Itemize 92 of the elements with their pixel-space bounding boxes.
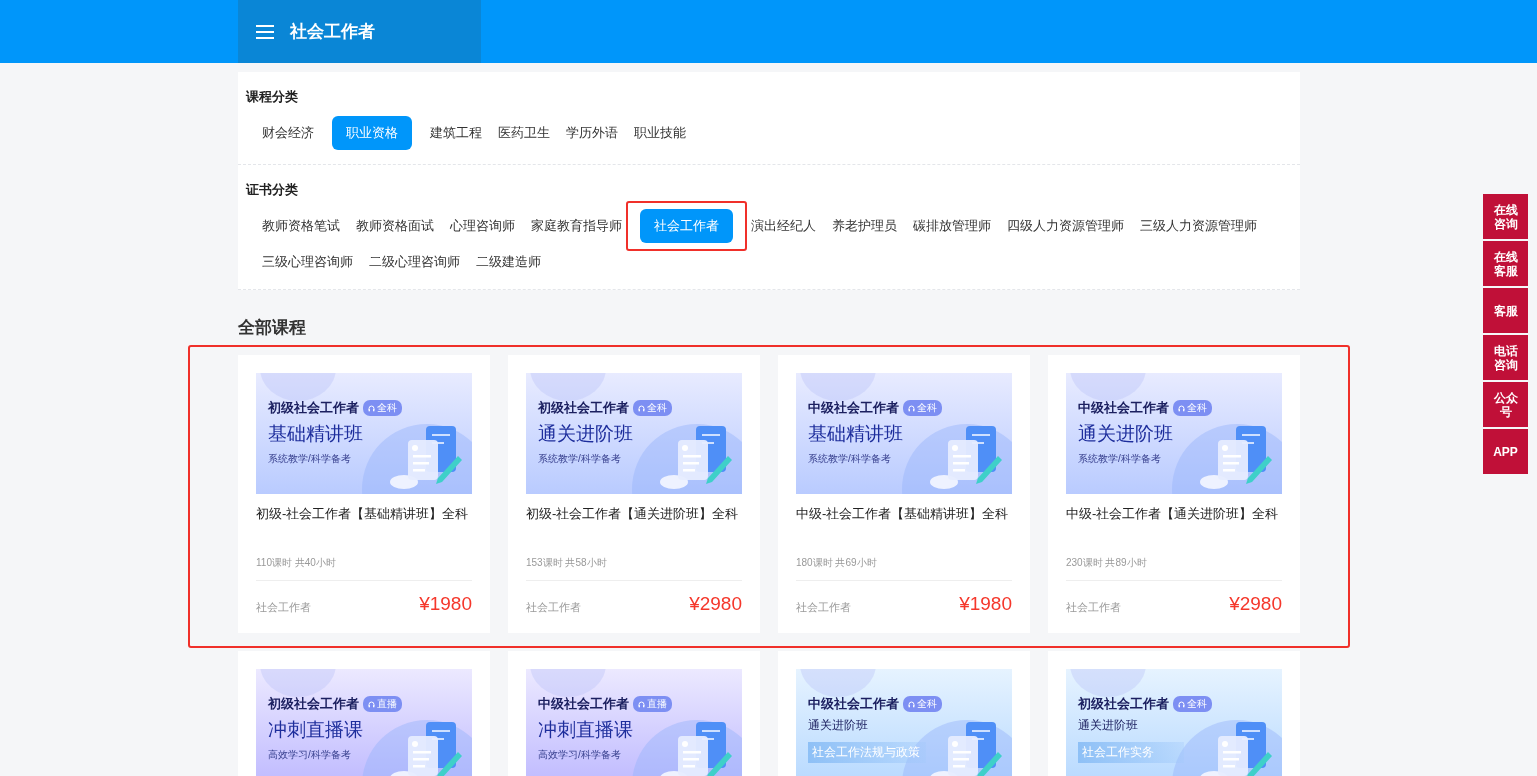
certificate-tab[interactable]: 演出经纪人 [743,209,824,243]
category-tab[interactable]: 职业技能 [626,116,694,150]
course-category: 社会工作者 [796,600,851,615]
side-button[interactable]: 在线咨询 [1483,194,1528,239]
section-title: 全部课程 [238,317,307,339]
category-tab[interactable]: 财会经济 [254,116,322,150]
headphones-icon [1178,700,1185,708]
side-button[interactable]: 客服 [1483,288,1528,333]
headphones-icon [638,404,645,412]
certificate-tab[interactable]: 家庭教育指导师 [523,209,630,243]
side-button[interactable]: APP [1483,429,1528,474]
banner-level: 初级社会工作者 [268,399,359,417]
banner-subtitle: 系统教学/科学备考 [808,452,891,466]
course-hours: 230课时 共89小时 [1066,556,1282,581]
banner-level: 初级社会工作者 [1078,695,1169,713]
banner-title: 基础精讲班 [268,422,364,446]
side-button[interactable]: 公众号 [1483,382,1528,427]
banner-title: 冲刺直播课 [538,718,634,742]
headphones-icon [908,700,915,708]
course-title[interactable]: 初级-社会工作者【通关进阶班】全科 [526,504,742,544]
banner-tag: 全科 [1173,400,1212,416]
banner-subtitle: 高效学习/科学备考 [538,748,621,762]
course-card[interactable]: 中级社会工作者 全科 通关进阶班 系统教学/科学备考 中级-社会工作者【通关进阶班】全科 230课时 共89小时 社会工作者 ¥2980 [1048,355,1300,633]
banner-title: 基础精讲班 [808,422,904,446]
headphones-icon [638,700,645,708]
course-price: ¥1980 [419,593,472,615]
side-button[interactable]: 在线客服 [1483,241,1528,286]
banner-subtitle: 社会工作实务 [1078,742,1184,763]
banner-subtitle: 系统教学/科学备考 [1078,452,1161,466]
certificate-tab[interactable]: 教师资格笔试 [254,209,348,243]
course-card[interactable]: 初级社会工作者 全科 通关进阶班 系统教学/科学备考 初级-社会工作者【通关进阶班】全科 153课时 共58小时 社会工作者 ¥2980 [508,355,760,633]
course-card[interactable]: 初级社会工作者 直播 冲刺直播课 高效学习/科学备考 [238,651,490,776]
course-title[interactable]: 初级-社会工作者【基础精讲班】全科 [256,504,472,544]
course-hours: 180课时 共69小时 [796,556,1012,581]
course-hours: 153课时 共58小时 [526,556,742,581]
course-card[interactable]: 中级社会工作者 直播 冲刺直播课 高效学习/科学备考 [508,651,760,776]
filter-label: 课程分类 [246,88,299,106]
certificate-tab[interactable]: 心理咨询师 [442,209,523,243]
course-title[interactable]: 中级-社会工作者【通关进阶班】全科 [1066,504,1282,544]
banner-level: 初级社会工作者 [538,399,629,417]
banner-tag: 全科 [363,400,402,416]
course-card[interactable]: 中级社会工作者 全科 基础精讲班 系统教学/科学备考 中级-社会工作者【基础精讲班】全科 180课时 共69小时 社会工作者 ¥1980 [778,355,1030,633]
course-price: ¥2980 [689,593,742,615]
banner-tag: 全科 [1173,696,1212,712]
banner-subtitle: 高效学习/科学备考 [268,748,351,762]
certificate-tab[interactable]: 养老护理员 [824,209,905,243]
banner-tag: 全科 [633,400,672,416]
certificate-tab[interactable]: 四级人力资源管理师 [999,209,1132,243]
course-price: ¥2980 [1229,593,1282,615]
certificate-tab[interactable]: 二级建造师 [468,245,549,279]
course-price: ¥1980 [959,593,1012,615]
course-card[interactable]: 初级社会工作者 全科 基础精讲班 系统教学/科学备考 初级-社会工作者【基础精讲班】全科 110课时 共40小时 社会工作者 ¥1980 [238,355,490,633]
banner-level: 中级社会工作者 [538,695,629,713]
category-tab[interactable]: 医药卫生 [490,116,558,150]
course-card[interactable]: 中级社会工作者 全科 通关进阶班 社会工作法规与政策 [778,651,1030,776]
headphones-icon [368,700,375,708]
course-category: 社会工作者 [526,600,581,615]
banner-level: 中级社会工作者 [808,695,899,713]
banner-tag: 全科 [903,400,942,416]
course-category: 社会工作者 [1066,600,1121,615]
banner-tag: 直播 [363,696,402,712]
certificate-tab[interactable]: 三级心理咨询师 [254,245,361,279]
filter-label: 证书分类 [246,181,299,199]
banner-subtitle: 系统教学/科学备考 [538,452,621,466]
banner-subtitle: 系统教学/科学备考 [268,452,351,466]
certificate-tab[interactable]: 教师资格面试 [348,209,442,243]
category-tab[interactable]: 建筑工程 [422,116,490,150]
headphones-icon [368,404,375,412]
course-card[interactable]: 初级社会工作者 全科 通关进阶班 社会工作实务 [1048,651,1300,776]
banner-title: 通关进阶班 [1078,717,1139,734]
banner-title: 通关进阶班 [1078,422,1174,446]
course-category: 社会工作者 [256,600,311,615]
banner-title: 冲刺直播课 [268,718,364,742]
banner-level: 初级社会工作者 [268,695,359,713]
headphones-icon [1178,404,1185,412]
category-tab[interactable]: 学历外语 [558,116,626,150]
course-hours: 110课时 共40小时 [256,556,472,581]
banner-subtitle: 社会工作法规与政策 [808,742,926,763]
banner-tag: 全科 [903,696,942,712]
certificate-tab[interactable]: 三级人力资源管理师 [1132,209,1265,243]
banner-title: 通关进阶班 [538,422,634,446]
side-button[interactable]: 电话咨询 [1483,335,1528,380]
certificate-tab[interactable]: 二级心理咨询师 [361,245,468,279]
banner-tag: 直播 [633,696,672,712]
menu-icon[interactable] [256,24,274,39]
banner-title: 通关进阶班 [808,717,869,734]
banner-level: 中级社会工作者 [808,399,899,417]
headphones-icon [908,404,915,412]
header-title: 社会工作者 [290,21,375,43]
banner-level: 中级社会工作者 [1078,399,1169,417]
course-title[interactable]: 中级-社会工作者【基础精讲班】全科 [796,504,1012,544]
certificate-tab[interactable]: 碳排放管理师 [905,209,999,243]
